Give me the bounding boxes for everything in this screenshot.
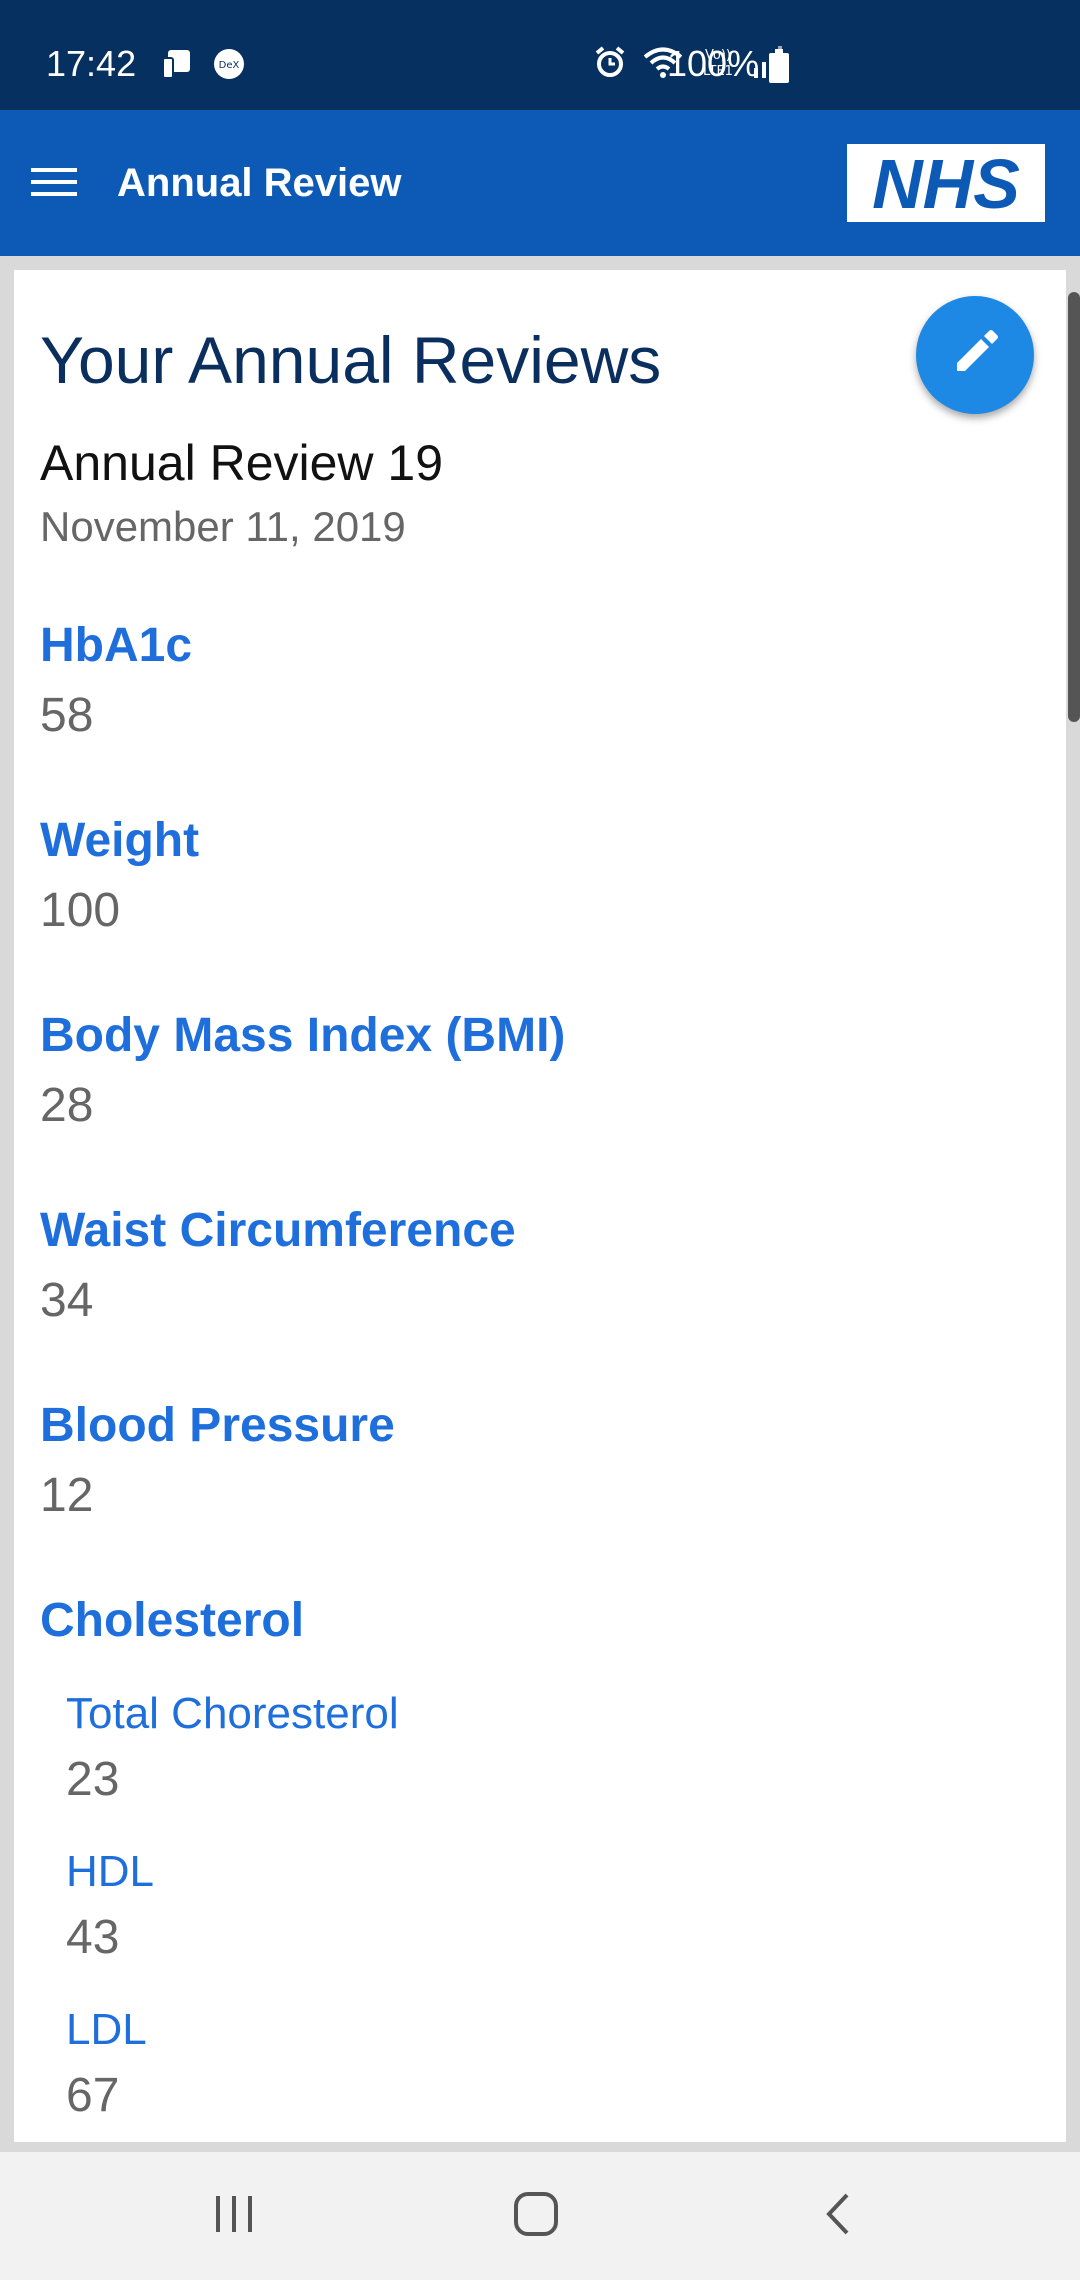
metric-label-hba1c: HbA1c [40,619,193,672]
home-icon [513,2191,559,2242]
app-title: Annual Review [117,161,402,205]
page-title: Your Annual Reviews [40,323,662,397]
dex-icon: DeX [212,47,246,86]
battery-percentage: 100% [667,43,760,84]
metric-value-weight: 100 [40,884,121,937]
review-name: Annual Review 19 [40,435,444,491]
metric-label-waist: Waist Circumference [40,1204,516,1257]
metric-value-blood-pressure: 12 [40,1469,94,1522]
nhs-logo-text: NHS [872,148,1020,218]
back-icon [823,2191,853,2242]
battery-icon [768,49,790,90]
sub-value-hdl: 43 [66,1911,120,1964]
system-nav-bar [0,2152,1080,2280]
metric-label-bmi: Body Mass Index (BMI) [40,1009,566,1062]
sub-value-ldl: 67 [66,2069,120,2122]
sub-label-hdl: HDL [66,1847,155,1896]
annual-review-card: Your Annual Reviews Annual Review 19 Nov… [14,270,1066,2142]
sub-label-total-cholesterol: Total Choresterol [66,1689,399,1738]
menu-button[interactable] [24,154,84,214]
device-icon [160,46,196,87]
back-button[interactable] [793,2186,883,2246]
recent-apps-button[interactable] [189,2186,279,2246]
sub-label-ldl: LDL [66,2005,147,2054]
svg-text:DeX: DeX [219,60,240,71]
metric-label-blood-pressure: Blood Pressure [40,1399,395,1452]
sub-value-total-cholesterol: 23 [66,1753,120,1806]
home-button[interactable] [491,2186,581,2246]
nhs-logo: NHS [847,144,1045,222]
alarm-icon [592,44,628,85]
metric-value-waist: 34 [40,1274,94,1327]
metric-label-cholesterol: Cholesterol [40,1594,305,1647]
status-bar: 17:42 DeX Vo)) LTE1 100% [0,0,1080,110]
recent-apps-icon [212,2194,256,2239]
review-date: November 11, 2019 [40,503,406,550]
metric-value-bmi: 28 [40,1079,94,1132]
edit-pencil-icon [949,327,1001,384]
metric-label-weight: Weight [40,814,200,867]
status-notification-icons: DeX [160,46,246,86]
status-time: 17:42 [46,43,137,84]
menu-icon [31,166,77,203]
app-bar: Annual Review NHS [0,110,1080,256]
metric-value-hba1c: 58 [40,689,94,742]
edit-review-button[interactable] [916,296,1034,414]
scrollbar-thumb[interactable] [1068,292,1080,722]
